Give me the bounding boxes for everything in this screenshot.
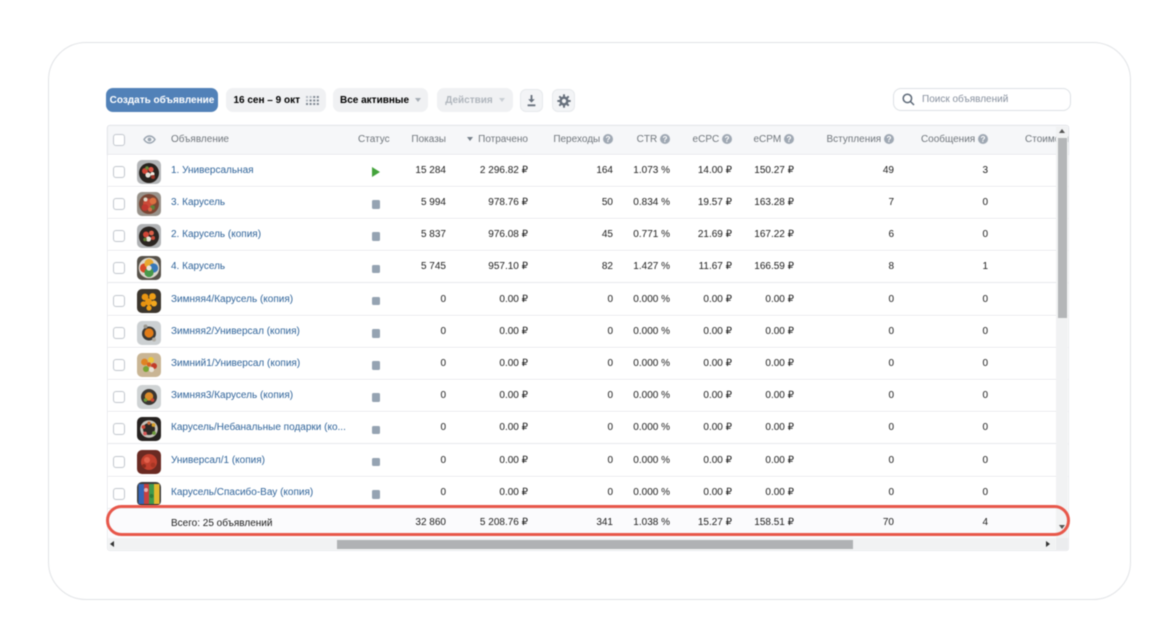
svg-text:?: ? [662,134,667,143]
svg-text:?: ? [786,134,791,143]
svg-text:?: ? [724,134,729,143]
svg-text:?: ? [605,134,610,143]
svg-text:?: ? [886,134,891,143]
svg-text:?: ? [980,134,985,143]
